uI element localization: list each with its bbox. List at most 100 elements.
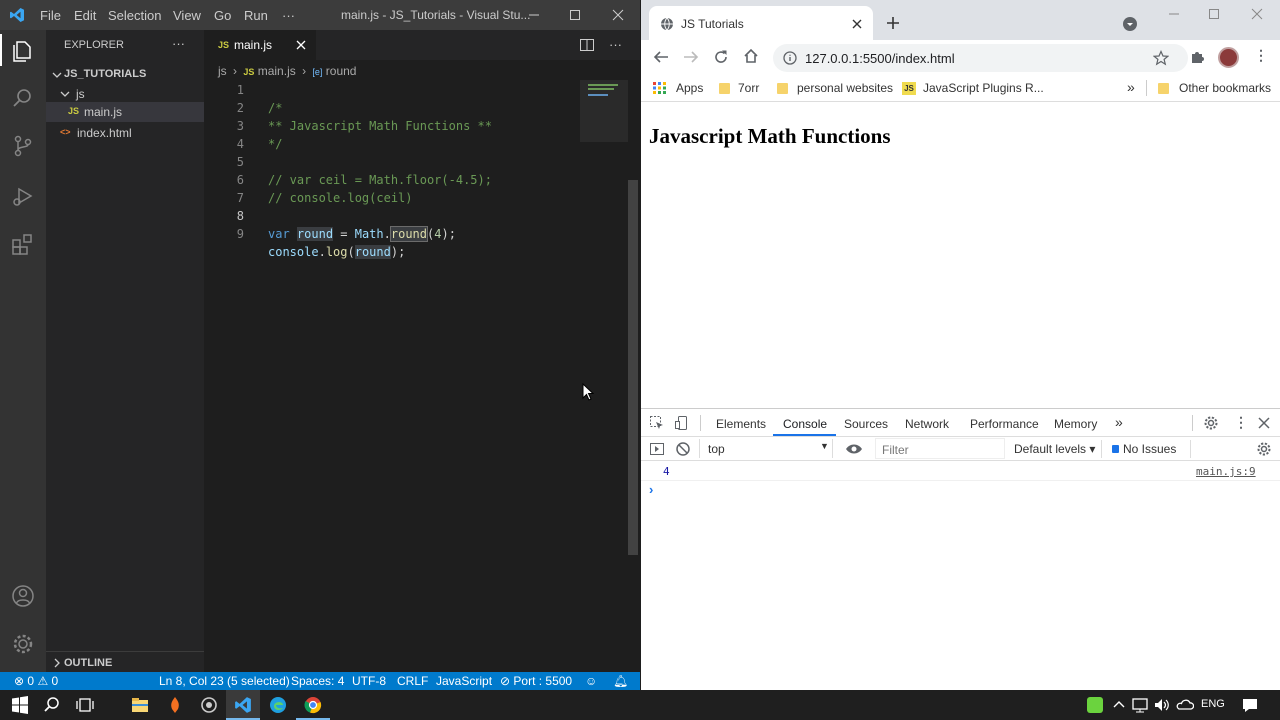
console-settings-icon[interactable]: [1256, 441, 1272, 457]
devtools-menu-icon[interactable]: ⋮: [1234, 414, 1248, 431]
breadcrumb-folder[interactable]: js: [218, 64, 227, 78]
menu-run[interactable]: Run: [244, 8, 268, 23]
menu-go[interactable]: Go: [214, 8, 231, 23]
onedrive-cloud-icon[interactable]: [1176, 696, 1194, 714]
problems-status[interactable]: ⊗ 0 ⚠ 0: [14, 674, 58, 688]
chrome-maximize-icon[interactable]: [1208, 8, 1220, 20]
bookmark-apps[interactable]: Apps: [676, 81, 703, 95]
tray-green-app-icon[interactable]: [1087, 697, 1103, 713]
bookmark-7orr[interactable]: 7orr: [738, 81, 759, 95]
bookmark-personal-websites[interactable]: personal websites: [797, 81, 893, 95]
devtools-tab-console[interactable]: Console: [783, 417, 827, 431]
editor-more-icon[interactable]: ···: [609, 37, 622, 52]
devtools-tab-sources[interactable]: Sources: [844, 417, 888, 431]
tab-search-icon[interactable]: [1123, 17, 1137, 31]
more-tabs-icon[interactable]: »: [1115, 414, 1123, 430]
run-debug-icon[interactable]: [9, 182, 37, 210]
bookmark-javascript-plugins[interactable]: JavaScript Plugins R...: [923, 81, 1044, 95]
explorer-more-button[interactable]: ···: [172, 36, 185, 51]
app-orange-icon[interactable]: [166, 696, 184, 714]
show-hidden-icons-chevron[interactable]: [1110, 696, 1128, 714]
edge-browser-icon[interactable]: [269, 696, 287, 714]
workspace-root[interactable]: JS_TUTORIALS: [52, 66, 204, 84]
maximize-icon[interactable]: [568, 6, 582, 24]
reload-icon[interactable]: [713, 49, 729, 65]
taskbar-vscode-active[interactable]: [226, 690, 260, 720]
file-explorer-icon[interactable]: [131, 696, 149, 714]
tab-close-icon[interactable]: [295, 39, 307, 51]
cursor-position[interactable]: Ln 8, Col 23 (5 selected): [159, 674, 290, 688]
breadcrumb-symbol[interactable]: round: [326, 64, 357, 78]
encoding[interactable]: UTF-8: [352, 674, 386, 688]
language-mode[interactable]: JavaScript: [436, 674, 492, 688]
devtools-tab-performance[interactable]: Performance: [970, 417, 1039, 431]
home-icon[interactable]: [743, 48, 759, 64]
taskbar-search-icon[interactable]: [43, 696, 61, 714]
bookmark-other[interactable]: Other bookmarks: [1179, 81, 1271, 95]
console-filter-input[interactable]: Filter: [875, 438, 1005, 459]
profile-avatar[interactable]: [1218, 47, 1239, 68]
device-toolbar-icon[interactable]: [674, 415, 690, 431]
menu-selection[interactable]: Selection: [108, 8, 161, 23]
outline-section[interactable]: OUTLINE: [46, 651, 204, 672]
editor-scrollbar[interactable]: [628, 180, 638, 555]
devtools-tab-memory[interactable]: Memory: [1054, 417, 1097, 431]
console-log-source-link[interactable]: main.js:9: [1196, 463, 1256, 481]
taskbar-chrome[interactable]: [296, 690, 330, 720]
browser-tab[interactable]: JS Tutorials: [649, 6, 873, 42]
url-text[interactable]: 127.0.0.1:5500/index.html: [805, 51, 955, 66]
new-tab-icon[interactable]: [886, 16, 900, 30]
devtools-tab-network[interactable]: Network: [905, 417, 949, 431]
back-arrow-icon[interactable]: [653, 50, 669, 64]
devtools-settings-icon[interactable]: [1203, 415, 1219, 431]
menu-file[interactable]: File: [40, 8, 61, 23]
menu-edit[interactable]: Edit: [74, 8, 96, 23]
app-circle-icon[interactable]: [200, 696, 218, 714]
file-main-js[interactable]: JS main.js: [46, 102, 204, 122]
log-levels-dropdown[interactable]: Default levels ▾: [1014, 442, 1095, 456]
clear-console-icon[interactable]: [675, 441, 691, 457]
volume-icon[interactable]: [1153, 696, 1171, 714]
end-of-line[interactable]: CRLF: [397, 674, 428, 688]
info-icon[interactable]: [783, 51, 797, 65]
input-language[interactable]: ENG: [1201, 698, 1225, 710]
source-control-icon[interactable]: [9, 132, 37, 160]
eye-icon[interactable]: [845, 441, 863, 457]
menu-more[interactable]: ···: [282, 8, 295, 23]
console-prompt[interactable]: ›: [649, 482, 653, 497]
folder-js[interactable]: js: [60, 84, 204, 104]
bell-icon[interactable]: 🔔︎: [613, 674, 628, 688]
extensions-icon[interactable]: [9, 230, 37, 258]
notification-center-icon[interactable]: [1241, 696, 1259, 714]
issues-counter[interactable]: No Issues: [1123, 442, 1176, 456]
sidebar-toggle-icon[interactable]: [649, 441, 665, 457]
menu-view[interactable]: View: [173, 8, 201, 23]
live-server-port[interactable]: ⊘ Port : 5500: [500, 674, 572, 688]
windows-start-icon[interactable]: [11, 696, 29, 714]
search-icon[interactable]: [9, 84, 37, 112]
devtools-tab-elements[interactable]: Elements: [716, 417, 766, 431]
minimap[interactable]: [580, 80, 628, 142]
feedback-icon[interactable]: ☺: [585, 674, 597, 688]
task-view-icon[interactable]: [76, 696, 94, 714]
explorer-icon[interactable]: [9, 36, 37, 64]
minimize-icon[interactable]: [527, 6, 541, 24]
devtools-close-icon[interactable]: [1258, 417, 1270, 429]
tab-close-icon[interactable]: [851, 18, 863, 30]
extensions-puzzle-icon[interactable]: [1189, 49, 1205, 65]
indentation[interactable]: Spaces: 4: [291, 674, 344, 688]
close-icon[interactable]: [611, 6, 625, 24]
code-text[interactable]: /* ** Javascript Math Functions ** */ // v…: [268, 81, 492, 297]
tab-main-js[interactable]: JS main.js: [204, 30, 316, 60]
chrome-menu-icon[interactable]: ⋮: [1254, 47, 1268, 64]
inspect-element-icon[interactable]: [649, 415, 665, 431]
bookmark-star-icon[interactable]: [1153, 50, 1169, 66]
address-bar[interactable]: 127.0.0.1:5500/index.html: [773, 44, 1188, 72]
chrome-minimize-icon[interactable]: [1168, 8, 1180, 20]
split-editor-icon[interactable]: [579, 37, 595, 53]
context-selector[interactable]: top ▼: [699, 439, 833, 458]
bookmarks-overflow-icon[interactable]: »: [1127, 79, 1135, 95]
settings-gear-icon[interactable]: [9, 630, 37, 658]
file-index-html[interactable]: <> index.html: [46, 123, 204, 143]
network-icon[interactable]: [1131, 696, 1149, 714]
